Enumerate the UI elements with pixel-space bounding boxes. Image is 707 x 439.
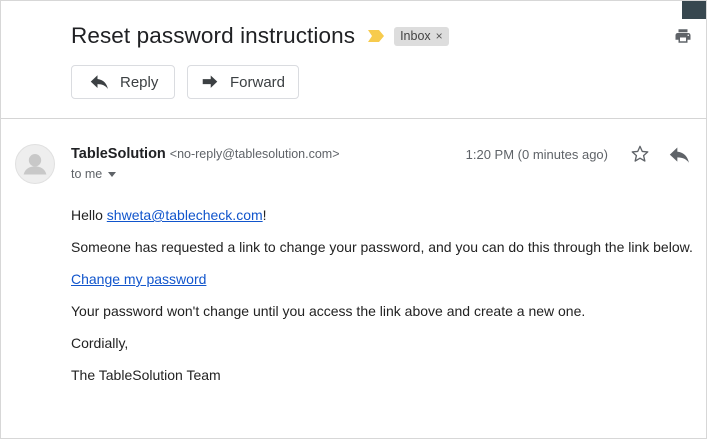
star-icon[interactable] <box>630 144 650 164</box>
email-view: Reset password instructions Inbox × Repl… <box>0 0 707 439</box>
closing-line: Cordially, <box>71 335 129 351</box>
message-time: 1:20 PM (0 minutes ago) <box>465 147 608 162</box>
signature-line: The TableSolution Team <box>71 367 221 383</box>
reply-icon <box>90 75 108 89</box>
header-divider <box>1 118 707 119</box>
greeting-line: Hello shweta@tablecheck.com! <box>71 207 267 223</box>
corner-block <box>682 1 706 19</box>
body-line-2: Your password won't change until you acc… <box>71 303 586 319</box>
change-password-line: Change my password <box>71 271 206 287</box>
reply-button[interactable]: Reply <box>71 65 175 99</box>
forward-label: Forward <box>230 73 286 91</box>
avatar-icon <box>23 154 47 175</box>
forward-button[interactable]: Forward <box>187 65 299 99</box>
recipient-text: to me <box>71 167 103 181</box>
recipient-details-toggle[interactable]: to me <box>71 167 117 181</box>
label-chip-inbox[interactable]: Inbox × <box>394 26 449 46</box>
avatar[interactable] <box>15 144 55 184</box>
forward-icon <box>202 75 218 88</box>
sender-name[interactable]: TableSolution <box>71 146 166 162</box>
importance-marker-icon[interactable] <box>367 29 385 43</box>
chevron-down-icon <box>108 171 117 177</box>
recipient-email-link[interactable]: shweta@tablecheck.com <box>107 207 263 223</box>
subject-row: Reset password instructions Inbox × <box>71 21 449 51</box>
label-text: Inbox <box>400 29 431 43</box>
body-line-1: Someone has requested a link to change y… <box>71 239 693 255</box>
sender-email: <no-reply@tablesolution.com> <box>169 147 340 161</box>
greeting-suffix: ! <box>262 207 267 223</box>
email-subject: Reset password instructions <box>71 23 356 48</box>
change-password-link[interactable]: Change my password <box>71 271 206 287</box>
reply-icon[interactable] <box>669 146 689 164</box>
close-icon[interactable]: × <box>436 29 443 43</box>
print-icon[interactable] <box>674 27 692 45</box>
greeting-prefix: Hello <box>71 207 107 223</box>
reply-label: Reply <box>120 73 159 91</box>
sender-row: TableSolution <no-reply@tablesolution.co… <box>71 146 340 162</box>
